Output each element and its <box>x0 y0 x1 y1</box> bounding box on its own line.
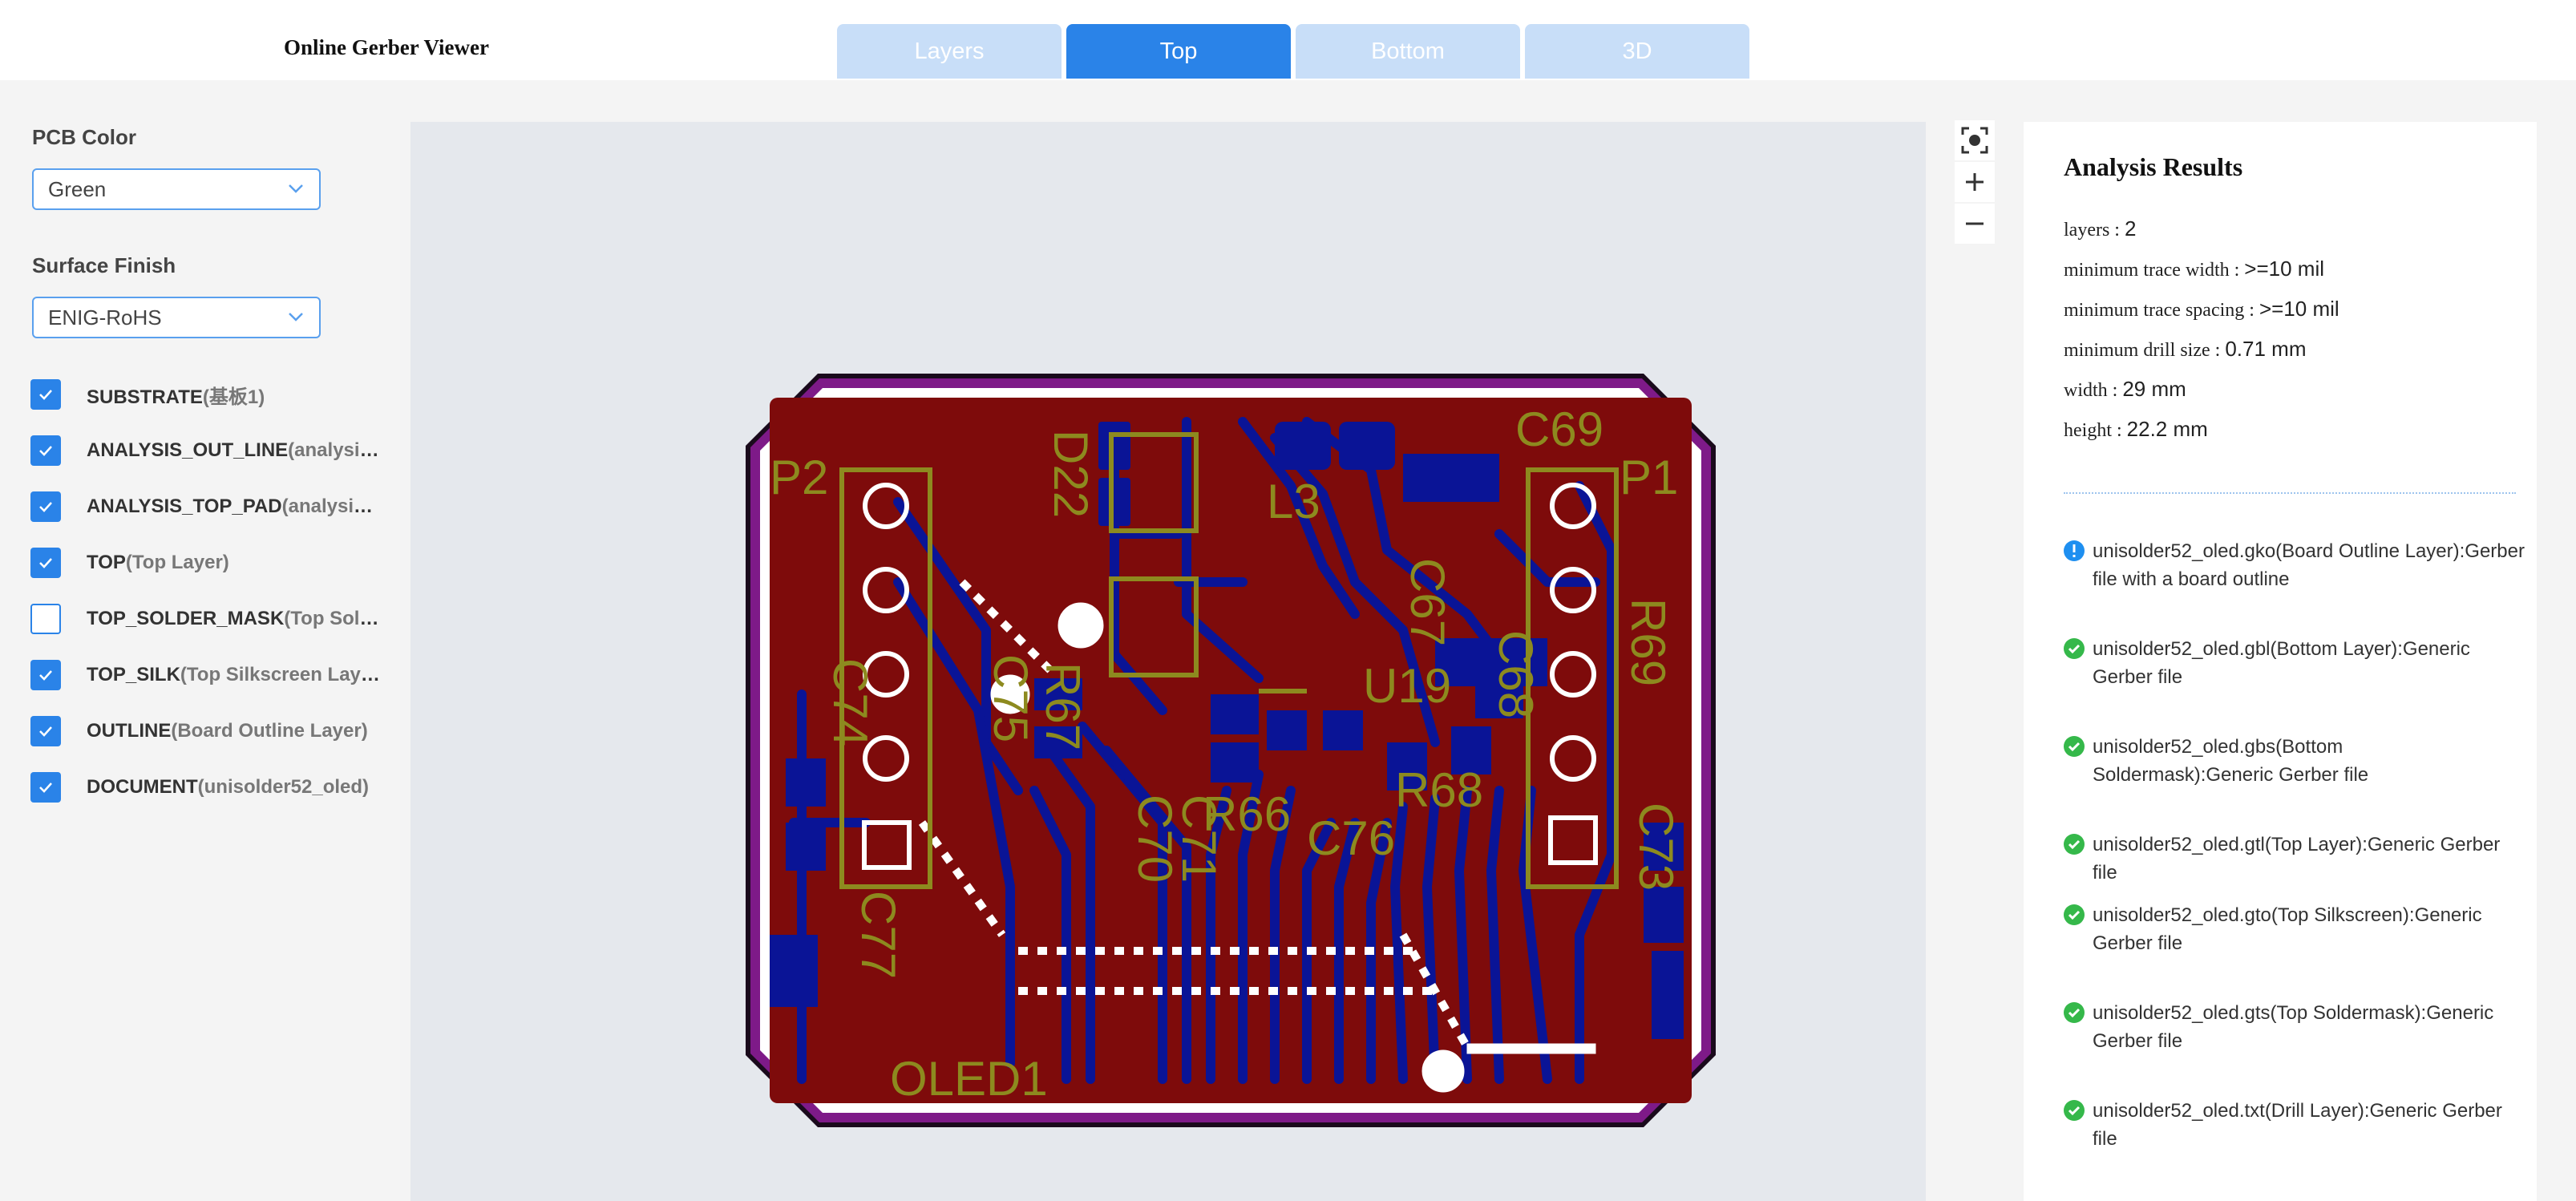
layer-toggle-outline[interactable]: OUTLINE(Board Outline Layer) <box>30 715 383 747</box>
checkbox-checked-icon[interactable] <box>30 379 61 410</box>
checkbox-checked-icon[interactable] <box>30 548 61 578</box>
tab-top[interactable]: Top <box>1066 24 1291 79</box>
silk-label-c75: C75 <box>984 654 1037 742</box>
layer-toggle-substrate[interactable]: SUBSTRATE(基板1) <box>30 378 383 410</box>
tab-layers[interactable]: Layers <box>837 24 1062 79</box>
layer-toggle-top-silk[interactable]: TOP_SILK(Top Silkscreen Layer) <box>30 659 383 691</box>
layer-toggle-analysis-top-pad[interactable]: ANALYSIS_TOP_PAD(analysis_top_pad) <box>30 491 383 523</box>
file-result-text: unisolder52_oled.gtl(Top Layer):Generic … <box>2093 834 2501 884</box>
app-title: Online Gerber Viewer <box>284 35 489 59</box>
check-circle-icon <box>2064 1002 2085 1023</box>
layer-label: DOCUMENT(unisolder52_oled) <box>87 776 370 798</box>
analysis-results-panel: Analysis Results layers : 2 minimum trac… <box>2024 122 2537 1201</box>
chevron-down-icon <box>289 313 303 321</box>
pcb-render[interactable]: P2 D22 L3 C69 P1 C67 R69 C74 C75 R67 U19… <box>746 374 1716 1127</box>
file-result-gbl: unisolder52_oled.gbl(Bottom Layer):Gener… <box>2064 635 2529 691</box>
file-result-text: unisolder52_oled.gto(Top Silkscreen):Gen… <box>2093 904 2482 954</box>
file-result-gko: unisolder52_oled.gko(Board Outline Layer… <box>2064 537 2529 593</box>
silk-label-c76: C76 <box>1307 811 1395 865</box>
fit-view-button[interactable] <box>1955 120 1995 160</box>
layer-label: TOP_SILK(Top Silkscreen Layer) <box>87 664 383 685</box>
silk-label-c67: C67 <box>1401 558 1454 646</box>
layer-toggle-top-solder-mask[interactable]: TOP_SOLDER_MASK(Top Soldermask) <box>30 603 383 635</box>
silk-label-c74: C74 <box>823 658 877 746</box>
silk-label-c71: C71 <box>1172 795 1226 883</box>
silk-label-c77: C77 <box>851 891 905 979</box>
fit-view-icon <box>1961 127 1988 154</box>
layer-toggle-analysis-out-line[interactable]: ANALYSIS_OUT_LINE(analysis_out_line) <box>30 435 383 467</box>
minus-icon <box>1966 222 1984 225</box>
stat-min-trace-width: minimum trace width : >=10 mil <box>2064 257 2325 281</box>
check-circle-icon <box>2064 638 2085 659</box>
file-result-text: unisolder52_oled.gbs(Bottom Soldermask):… <box>2093 736 2369 786</box>
layer-label: OUTLINE(Board Outline Layer) <box>87 720 368 742</box>
checkbox-checked-icon[interactable] <box>30 435 61 466</box>
top-header: Online Gerber Viewer Layers Top Bottom 3… <box>0 0 2576 80</box>
silk-label-u19: U19 <box>1363 659 1451 713</box>
surface-finish-select[interactable]: ENIG-RoHS <box>32 297 321 338</box>
results-title: Analysis Results <box>2064 152 2243 181</box>
silk-label-c68: C68 <box>1489 630 1543 718</box>
pcb-color-value: Green <box>48 176 107 201</box>
stat-min-trace-spacing: minimum trace spacing : >=10 mil <box>2064 297 2339 321</box>
view-tabs: Layers Top Bottom 3D <box>837 24 1749 79</box>
silk-label-r69: R69 <box>1621 598 1675 686</box>
tab-3d[interactable]: 3D <box>1525 24 1749 79</box>
plus-icon <box>1966 173 1984 191</box>
checkbox-checked-icon[interactable] <box>30 772 61 803</box>
zoom-in-button[interactable] <box>1955 162 1995 202</box>
silk-label-oled1: OLED1 <box>890 1052 1048 1106</box>
layer-label: TOP_SOLDER_MASK(Top Soldermask) <box>87 608 383 629</box>
check-circle-icon <box>2064 834 2085 855</box>
layer-label: ANALYSIS_TOP_PAD(analysis_top_pad) <box>87 495 383 517</box>
silk-label-p1: P1 <box>1620 451 1678 504</box>
silk-label-p2: P2 <box>770 451 828 504</box>
surface-finish-label: Surface Finish <box>32 253 176 277</box>
checkbox-unchecked-icon[interactable] <box>30 604 61 634</box>
gerber-canvas[interactable]: P2 D22 L3 C69 P1 C67 R69 C74 C75 R67 U19… <box>410 122 1926 1201</box>
zoom-out-button[interactable] <box>1955 204 1995 244</box>
file-result-gbs: unisolder52_oled.gbs(Bottom Soldermask):… <box>2064 733 2529 789</box>
file-result-txt: unisolder52_oled.txt(Drill Layer):Generi… <box>2064 1097 2529 1153</box>
silk-label-r67: R67 <box>1036 662 1090 750</box>
chevron-down-icon <box>289 184 303 193</box>
layer-sidebar: PCB Color Green Surface Finish ENIG-RoHS… <box>0 80 409 1201</box>
pcb-color-select[interactable]: Green <box>32 168 321 210</box>
file-result-gto: unisolder52_oled.gto(Top Silkscreen):Gen… <box>2064 901 2529 957</box>
file-result-text: unisolder52_oled.gbl(Bottom Layer):Gener… <box>2093 638 2470 688</box>
checkbox-checked-icon[interactable] <box>30 491 61 522</box>
surface-finish-value: ENIG-RoHS <box>48 305 162 330</box>
check-circle-icon <box>2064 904 2085 925</box>
stat-width: width : 29 mm <box>2064 377 2186 401</box>
pcb-color-label: PCB Color <box>32 125 136 149</box>
checkbox-checked-icon[interactable] <box>30 660 61 690</box>
file-result-text: unisolder52_oled.txt(Drill Layer):Generi… <box>2093 1100 2502 1150</box>
checkbox-checked-icon[interactable] <box>30 716 61 746</box>
stat-layers: layers : 2 <box>2064 216 2137 241</box>
info-icon <box>2064 540 2085 561</box>
stat-min-drill-size: minimum drill size : 0.71 mm <box>2064 337 2307 361</box>
stat-height: height : 22.2 mm <box>2064 417 2208 441</box>
silk-label-l3: L3 <box>1267 475 1320 528</box>
layer-label: TOP(Top Layer) <box>87 552 229 573</box>
layer-label: ANALYSIS_OUT_LINE(analysis_out_line) <box>87 439 383 461</box>
layer-toggle-document[interactable]: DOCUMENT(unisolder52_oled) <box>30 771 383 803</box>
file-result-gts: unisolder52_oled.gts(Top Soldermask):Gen… <box>2064 999 2529 1055</box>
check-circle-icon <box>2064 1100 2085 1121</box>
layer-toggle-top[interactable]: TOP(Top Layer) <box>30 547 383 579</box>
view-controls <box>1955 120 1995 245</box>
file-result-gtl: unisolder52_oled.gtl(Top Layer):Generic … <box>2064 831 2529 887</box>
file-result-text: unisolder52_oled.gko(Board Outline Layer… <box>2093 540 2525 590</box>
silk-label-r68: R68 <box>1395 763 1483 817</box>
silk-label-d22: D22 <box>1044 430 1098 518</box>
tab-bottom[interactable]: Bottom <box>1296 24 1520 79</box>
silk-label-c73: C73 <box>1629 803 1683 891</box>
silk-label-c69: C69 <box>1515 402 1603 456</box>
check-circle-icon <box>2064 736 2085 757</box>
results-divider <box>2064 492 2516 494</box>
layer-label: SUBSTRATE(基板1) <box>87 386 265 408</box>
file-result-text: unisolder52_oled.gts(Top Soldermask):Gen… <box>2093 1002 2494 1052</box>
